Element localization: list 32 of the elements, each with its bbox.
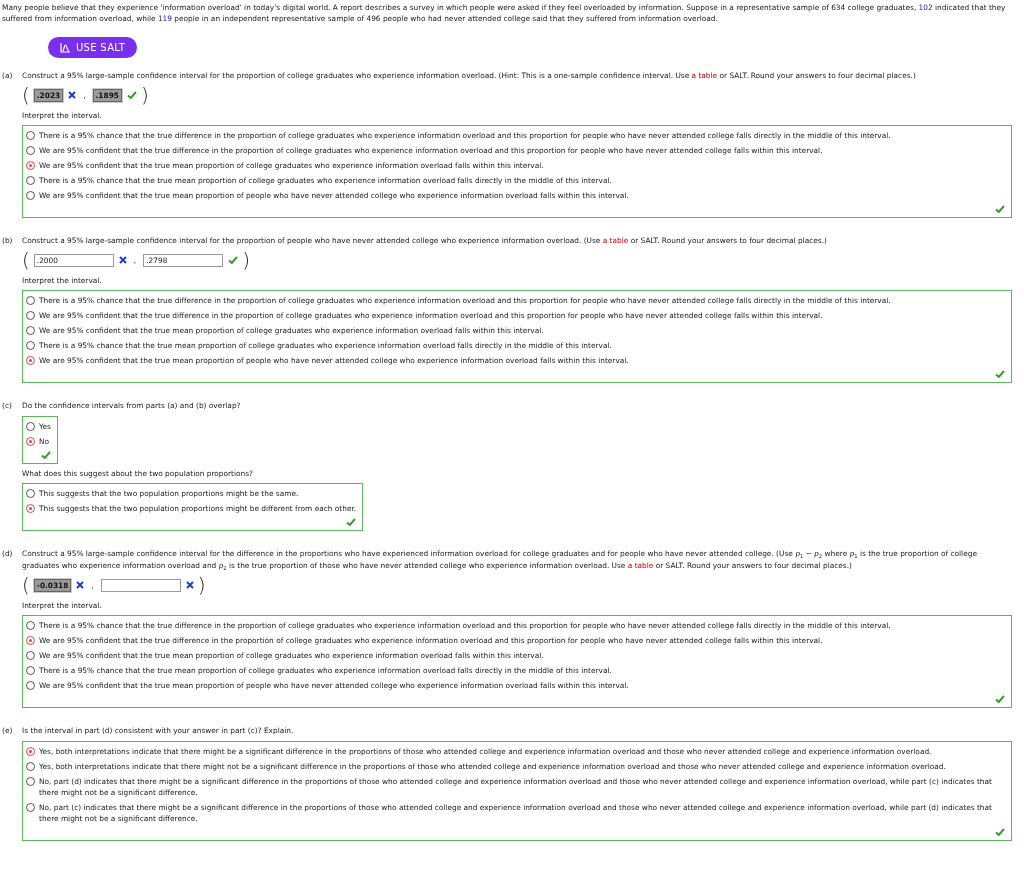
parenthesis: ( xyxy=(22,249,30,271)
parenthesis: ) xyxy=(197,574,206,596)
answer-field[interactable] xyxy=(100,578,181,592)
radio-button[interactable] xyxy=(26,747,35,756)
radio-button[interactable] xyxy=(26,191,35,200)
radio-button[interactable] xyxy=(26,422,35,431)
radio-button[interactable] xyxy=(26,651,35,660)
radio-button[interactable] xyxy=(26,311,35,320)
radio-button[interactable] xyxy=(26,341,35,350)
parenthesis: ) xyxy=(242,249,250,271)
radio-button[interactable] xyxy=(26,777,35,786)
chart-icon xyxy=(60,42,71,53)
parenthesis: ( xyxy=(22,84,30,106)
parenthesis: ) xyxy=(140,84,149,106)
radio-button[interactable] xyxy=(26,666,35,675)
radio-button[interactable] xyxy=(26,803,35,812)
radio-button[interactable] xyxy=(26,356,35,365)
use-salt-button[interactable]: USE SALT xyxy=(48,37,138,58)
radio-button[interactable] xyxy=(26,762,35,771)
radio-button[interactable] xyxy=(26,437,35,446)
radio-button[interactable] xyxy=(26,489,35,498)
radio-button[interactable] xyxy=(26,161,35,170)
radio-button[interactable] xyxy=(26,326,35,335)
parenthesis: ( xyxy=(22,574,30,596)
radio-button[interactable] xyxy=(26,681,35,690)
radio-button[interactable] xyxy=(26,636,35,645)
radio-button[interactable] xyxy=(26,504,35,513)
radio-button[interactable] xyxy=(26,296,35,305)
radio-button[interactable] xyxy=(26,176,35,185)
radio-button[interactable] xyxy=(26,146,35,155)
radio-button[interactable] xyxy=(26,621,35,630)
radio-button[interactable] xyxy=(26,131,35,140)
